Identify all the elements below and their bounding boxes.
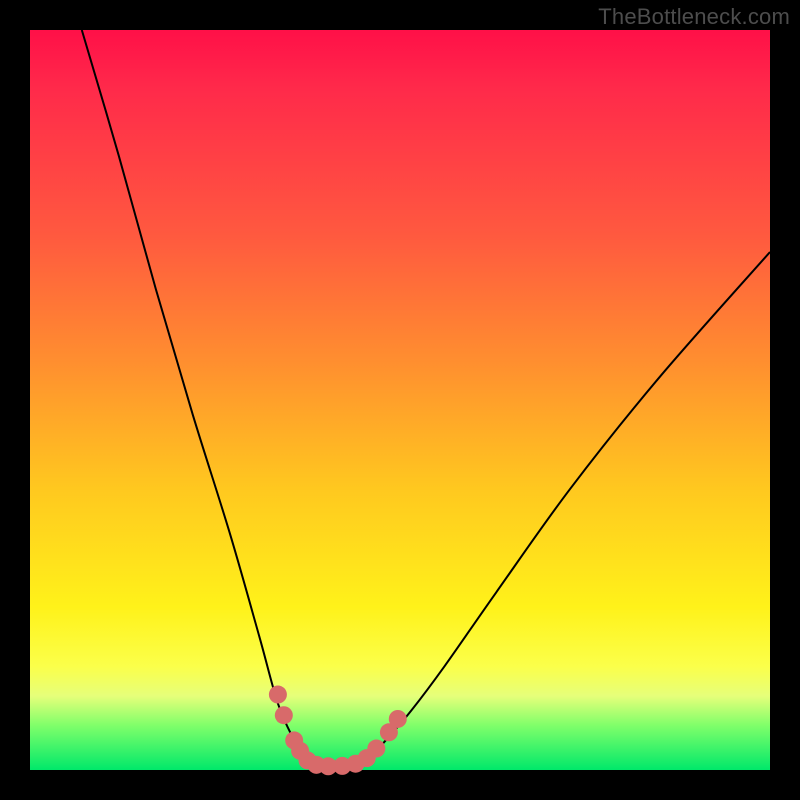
marker-left-upper-b: [275, 706, 293, 724]
marker-right-upper-b: [389, 710, 407, 728]
marker-left-upper-a: [269, 686, 287, 704]
chart-frame: TheBottleneck.com: [0, 0, 800, 800]
watermark-text: TheBottleneck.com: [598, 4, 790, 30]
curve-right-arm: [359, 252, 770, 763]
curve-left-arm: [82, 30, 313, 764]
chart-plot-area: [30, 30, 770, 770]
chart-svg: [30, 30, 770, 770]
marker-right-lower-b: [367, 740, 385, 758]
